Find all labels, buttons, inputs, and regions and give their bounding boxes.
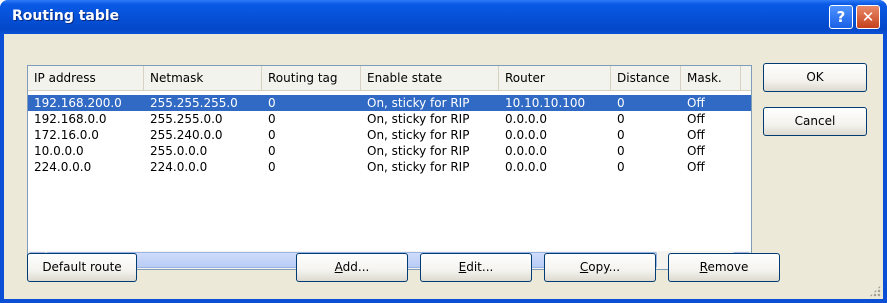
column-header-router[interactable]: Router	[499, 66, 611, 90]
column-header-masquerading[interactable]: Mask.	[681, 66, 741, 90]
column-header-routing-tag[interactable]: Routing tag	[262, 66, 361, 90]
title-bar[interactable]: Routing table ? ✕	[0, 0, 887, 34]
resize-grip-icon[interactable]	[869, 285, 881, 297]
cell-distance: 0	[617, 144, 625, 158]
cell-netmask: 224.0.0.0	[150, 160, 208, 174]
column-header-netmask[interactable]: Netmask	[144, 66, 262, 90]
cell-enable-state: On, sticky for RIP	[367, 96, 470, 110]
add-button[interactable]: Add...	[296, 253, 408, 282]
routing-list[interactable]: IP address Netmask Routing tag Enable st…	[27, 65, 752, 270]
table-row[interactable]: 192.168.200.0 255.255.255.0 0 On, sticky fo…	[28, 95, 751, 111]
cell-masquerading: Off	[687, 128, 705, 142]
remove-button-label: emove	[707, 260, 749, 274]
cell-router: 10.10.10.100	[505, 96, 586, 110]
add-button-label: dd...	[342, 260, 370, 274]
ok-button[interactable]: OK	[763, 63, 867, 92]
cell-router: 0.0.0.0	[505, 128, 547, 142]
cell-distance: 0	[617, 160, 625, 174]
cell-masquerading: Off	[687, 144, 705, 158]
cell-router: 0.0.0.0	[505, 144, 547, 158]
cell-netmask: 255.255.0.0	[150, 112, 223, 126]
table-row[interactable]: 172.16.0.0 255.240.0.0 0 On, sticky for RIP…	[28, 127, 751, 143]
cell-ip-address: 192.168.200.0	[34, 96, 122, 110]
cell-enable-state: On, sticky for RIP	[367, 128, 470, 142]
cell-ip-address: 172.16.0.0	[34, 128, 99, 142]
window-title: Routing table	[12, 8, 120, 24]
cell-routing-tag: 0	[268, 112, 276, 126]
cancel-button[interactable]: Cancel	[763, 107, 867, 136]
column-header-enable-state[interactable]: Enable state	[361, 66, 499, 90]
cell-masquerading: Off	[687, 160, 705, 174]
cell-distance: 0	[617, 128, 625, 142]
table-row[interactable]: 224.0.0.0 224.0.0.0 0 On, sticky for RIP 0.0…	[28, 159, 751, 175]
column-header-ip-address[interactable]: IP address	[28, 66, 144, 90]
help-icon[interactable]: ?	[829, 5, 853, 29]
cell-distance: 0	[617, 96, 625, 110]
cell-routing-tag: 0	[268, 160, 276, 174]
cell-routing-tag: 0	[268, 144, 276, 158]
cell-masquerading: Off	[687, 96, 705, 110]
cell-enable-state: On, sticky for RIP	[367, 112, 470, 126]
cell-netmask: 255.255.255.0	[150, 96, 238, 110]
cell-router: 0.0.0.0	[505, 160, 547, 174]
close-icon[interactable]: ✕	[856, 5, 880, 29]
cell-enable-state: On, sticky for RIP	[367, 160, 470, 174]
copy-button[interactable]: Copy...	[544, 253, 656, 282]
cell-ip-address: 224.0.0.0	[34, 160, 92, 174]
cell-enable-state: On, sticky for RIP	[367, 144, 470, 158]
cell-routing-tag: 0	[268, 128, 276, 142]
cell-distance: 0	[617, 112, 625, 126]
dialog-client-area: IP address Netmask Routing tag Enable st…	[4, 34, 883, 299]
add-button-mnemonic: A	[334, 260, 343, 274]
cell-netmask: 255.0.0.0	[150, 144, 208, 158]
routing-table-dialog: Routing table ? ✕ IP address Netmask Rou…	[0, 0, 887, 303]
edit-button-label: dit...	[466, 260, 494, 274]
column-header-distance[interactable]: Distance	[611, 66, 681, 90]
edit-button[interactable]: Edit...	[420, 253, 532, 282]
cell-routing-tag: 0	[268, 96, 276, 110]
cell-router: 0.0.0.0	[505, 112, 547, 126]
remove-button[interactable]: Remove	[668, 253, 780, 282]
cell-netmask: 255.240.0.0	[150, 128, 223, 142]
list-header: IP address Netmask Routing tag Enable st…	[28, 66, 751, 91]
default-route-button[interactable]: Default route	[27, 253, 137, 282]
table-row[interactable]: 192.168.0.0 255.255.0.0 0 On, sticky for RI…	[28, 111, 751, 127]
table-row[interactable]: 10.0.0.0 255.0.0.0 0 On, sticky for RIP 0.0.…	[28, 143, 751, 159]
copy-button-label: opy...	[588, 260, 621, 274]
cell-ip-address: 192.168.0.0	[34, 112, 107, 126]
cell-ip-address: 10.0.0.0	[34, 144, 84, 158]
cell-masquerading: Off	[687, 112, 705, 126]
